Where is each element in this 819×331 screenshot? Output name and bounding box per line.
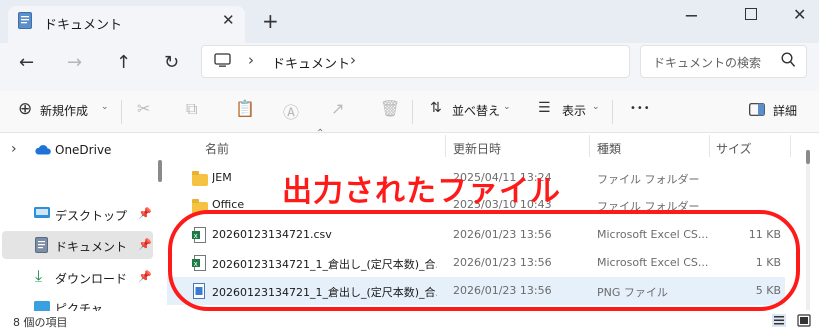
cloud-icon (35, 145, 51, 155)
details-pane-icon (749, 103, 765, 116)
document-folder-icon (18, 12, 32, 29)
sidebar-item-documents[interactable]: ドキュメント 📌 (0, 232, 154, 259)
sidebar-item-onedrive[interactable]: › OneDrive (0, 137, 154, 164)
chevron-down-icon[interactable]: ⌄ (101, 102, 109, 112)
column-divider[interactable] (445, 135, 446, 157)
annotation-label: 出力されたファイル (282, 174, 561, 209)
column-header-size[interactable]: サイズ (716, 140, 752, 157)
copy-icon[interactable]: ⧉ (186, 99, 197, 119)
column-header-name[interactable]: 名前 (205, 140, 229, 157)
column-divider[interactable] (709, 135, 710, 157)
thumbnail-view-icon[interactable] (797, 314, 811, 327)
folder-icon (192, 171, 208, 186)
toolbar-divider (412, 100, 413, 124)
toolbar-divider (612, 100, 613, 124)
search-icon[interactable] (781, 52, 796, 68)
pin-icon: 📌 (138, 238, 152, 251)
document-icon (35, 237, 48, 253)
sidebar-item-desktop[interactable]: デスクトップ 📌 (0, 201, 154, 228)
sort-button[interactable]: 並べ替え (452, 102, 500, 119)
sort-icon: ⇅ (430, 100, 442, 116)
refresh-icon[interactable]: ↻ (164, 52, 179, 73)
rename-icon[interactable]: Ⓐ (283, 99, 299, 123)
more-options-button[interactable]: ••• (630, 103, 651, 114)
file-name: JEM (212, 171, 232, 184)
file-list-scroll-track[interactable] (806, 150, 810, 310)
new-tab-icon[interactable]: + (262, 9, 279, 33)
sidebar-item-label: デスクトップ (55, 209, 128, 223)
share-icon[interactable]: ↗ (331, 99, 344, 118)
item-count: 8 個の項目 (13, 316, 68, 329)
computer-icon[interactable] (214, 53, 231, 68)
sidebar-scrollbar[interactable] (158, 160, 162, 182)
maximize-icon[interactable] (745, 8, 757, 20)
cut-icon[interactable]: ✂ (137, 99, 150, 118)
delete-icon[interactable]: 🗑 (380, 99, 400, 118)
command-bar (0, 91, 819, 133)
column-divider[interactable] (790, 135, 791, 157)
column-divider[interactable] (589, 135, 590, 157)
address-bar[interactable] (201, 45, 630, 78)
download-icon: ⤓ (35, 266, 43, 285)
paste-icon[interactable]: 📋 (235, 99, 255, 118)
back-icon[interactable]: ← (19, 52, 34, 73)
sidebar-item-label: ダウンロード (55, 272, 128, 286)
column-header-date[interactable]: 更新日時 (453, 140, 501, 157)
breadcrumb-documents[interactable]: ドキュメント (272, 53, 350, 72)
up-icon[interactable]: ↑ (116, 52, 131, 73)
pin-icon: 📌 (138, 207, 152, 220)
view-icon: ☰ (538, 100, 551, 116)
desktop-icon (34, 207, 50, 218)
new-button[interactable]: 新規作成 (40, 102, 88, 119)
sidebar-item-pictures[interactable]: ピクチャ (0, 296, 154, 311)
file-type: ファイル フォルダー (597, 173, 700, 186)
pictures-icon (34, 301, 50, 311)
column-header-type[interactable]: 種類 (597, 140, 621, 157)
toolbar-divider (121, 100, 122, 124)
add-icon: ⊕ (18, 99, 33, 119)
view-button[interactable]: 表示 (562, 102, 586, 119)
sidebar-item-label: OneDrive (55, 143, 112, 157)
annotation-highlight-oval (168, 210, 800, 311)
sidebar-item-label: ドキュメント (55, 240, 128, 254)
search-input[interactable]: ドキュメントの検索 (653, 54, 761, 71)
details-button[interactable]: 詳細 (773, 102, 797, 119)
breadcrumb-expand-chevron[interactable]: › (350, 51, 356, 69)
tab-title: ドキュメント (44, 18, 123, 33)
file-list-scrollbar[interactable] (806, 150, 810, 164)
tab-close-icon[interactable]: ✕ (222, 11, 235, 29)
forward-icon[interactable]: → (67, 52, 82, 73)
sidebar-item-label: ピクチャ (55, 302, 103, 311)
status-bar (0, 311, 819, 331)
pin-icon: 📌 (138, 270, 152, 283)
minimize-icon[interactable]: ─ (686, 6, 697, 27)
details-view-icon[interactable] (772, 314, 786, 327)
sort-indicator-icon: ⌃ (316, 128, 325, 139)
breadcrumb-separator: › (248, 51, 254, 69)
expand-chevron-icon[interactable]: › (11, 141, 17, 157)
chevron-down-icon[interactable]: ⌄ (503, 102, 511, 112)
sidebar-item-downloads[interactable]: ⤓ ダウンロード 📌 (0, 264, 154, 291)
chevron-down-icon[interactable]: ⌄ (592, 102, 600, 112)
window-close-icon[interactable]: ✕ (793, 5, 806, 24)
